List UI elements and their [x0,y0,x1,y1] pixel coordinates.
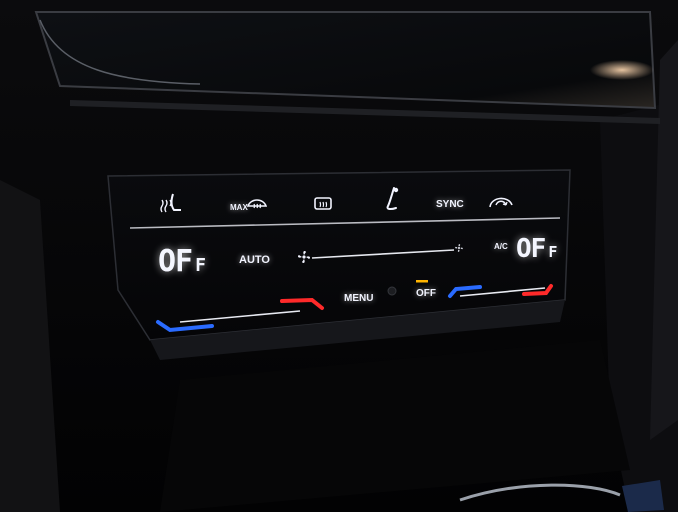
max-defrost-label: MAX [230,203,248,212]
menu-button[interactable]: MENU [344,293,373,304]
left-temperature-value: OF [158,244,193,279]
off-indicator-light [416,280,428,283]
auto-button[interactable]: AUTO [239,254,270,266]
right-temperature-display[interactable]: OF F [516,234,557,264]
seat-heat-icon[interactable] [159,192,185,216]
off-button[interactable]: OFF [416,288,436,299]
left-temp-slider-touch[interactable] [150,296,326,332]
left-temperature-unit: F [195,255,206,276]
right-temperature-unit: F [548,243,557,261]
seat-ventilation-icon[interactable] [380,186,402,212]
fan-speed-slider[interactable] [290,240,470,266]
sync-label[interactable]: SYNC [436,199,464,210]
right-temperature-value: OF [516,234,546,264]
right-temp-slider-touch[interactable] [448,280,556,302]
air-recirculation-icon[interactable] [488,193,514,211]
rear-window-defrost-icon[interactable] [314,197,332,211]
windshield-defrost-icon[interactable] [247,196,267,212]
ac-button[interactable]: A/C [494,242,508,251]
left-temperature-display[interactable]: OF F [158,244,206,279]
car-interior-scene: MAX SYNC OF F AUTO A/C OF F MENU OFF [0,0,678,512]
